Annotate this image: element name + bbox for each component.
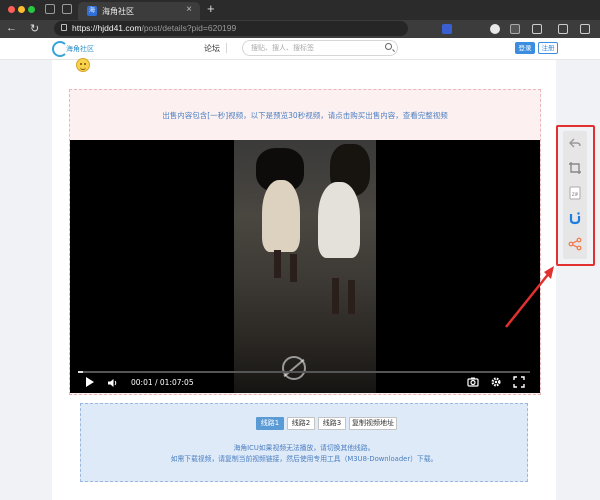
video-time-display: 00:01 / 01:07:05 bbox=[131, 378, 194, 387]
zip-icon[interactable]: ZIP bbox=[568, 186, 582, 200]
back-arrow-icon[interactable]: ← bbox=[6, 22, 17, 34]
window-minimize-button[interactable] bbox=[18, 6, 25, 13]
login-button[interactable]: 登录 bbox=[515, 42, 535, 54]
lock-icon bbox=[61, 24, 67, 31]
browser-tab[interactable]: 海 海角社区 × bbox=[78, 2, 200, 20]
side-toolbar: ZIP bbox=[563, 131, 587, 259]
line-2-button[interactable]: 线路2 bbox=[287, 417, 315, 430]
svg-text:ZIP: ZIP bbox=[572, 192, 579, 197]
search-input[interactable] bbox=[251, 42, 379, 54]
address-bar: ← ↻ https://hjdd41.com/post/details?pid=… bbox=[0, 20, 600, 38]
nav-divider bbox=[226, 43, 227, 53]
download-notice: 如需下载视频，请复制当前视频链接，然后使用专用工具（M3U8-Downloade… bbox=[170, 455, 438, 463]
browser-tab-bar: 海 海角社区 × + bbox=[0, 0, 600, 20]
fullscreen-icon[interactable] bbox=[513, 376, 525, 388]
screenshot-extension-icon[interactable] bbox=[510, 24, 520, 34]
snapshot-camera-icon[interactable] bbox=[467, 376, 479, 388]
line-selector-box: 线路1 线路2 线路3 复制视频地址 海角ICU如果视频无法播放，请切换其他线路… bbox=[80, 403, 528, 482]
line-switch-notice: 海角ICU如果视频无法播放，请切换其他线路。 bbox=[233, 444, 375, 452]
video-progress-fill bbox=[78, 371, 83, 373]
collections-icon[interactable] bbox=[580, 24, 590, 34]
site-logo-text[interactable]: 海角社区 bbox=[66, 44, 94, 54]
window-close-button[interactable] bbox=[8, 6, 15, 13]
volume-icon[interactable] bbox=[108, 378, 118, 388]
url-field[interactable]: https://hjdd41.com/post/details?pid=6201… bbox=[54, 21, 408, 36]
video-player[interactable] bbox=[70, 140, 540, 393]
nav-forum-link[interactable]: 论坛 bbox=[204, 43, 220, 54]
line-1-button[interactable]: 线路1 bbox=[256, 417, 284, 430]
site-header: 海角社区 论坛 登录 注册 bbox=[0, 38, 600, 60]
tab-title: 海角社区 bbox=[102, 7, 134, 16]
tab-favicon-icon: 海 bbox=[87, 6, 97, 16]
favorites-icon[interactable] bbox=[558, 24, 568, 34]
chrome-extension-icon[interactable] bbox=[490, 24, 500, 34]
brand-logo-icon[interactable] bbox=[568, 211, 582, 225]
share-icon[interactable] bbox=[568, 237, 582, 251]
puzzle-icon[interactable] bbox=[532, 24, 542, 34]
settings-gear-icon[interactable] bbox=[490, 376, 502, 388]
tab-close-icon[interactable]: × bbox=[186, 4, 192, 15]
url-text: https://hjdd41.com/post/details?pid=6201… bbox=[72, 23, 237, 33]
reload-icon[interactable]: ↻ bbox=[30, 22, 39, 35]
smiley-emoji-icon bbox=[76, 58, 90, 72]
tab-overview-icon[interactable] bbox=[62, 4, 72, 14]
annotation-arrow bbox=[505, 266, 554, 328]
window-maximize-button[interactable] bbox=[28, 6, 35, 13]
video-frame bbox=[234, 140, 376, 393]
search-icon[interactable] bbox=[385, 43, 392, 50]
sidebar-toggle-icon[interactable] bbox=[45, 4, 55, 14]
register-button[interactable]: 注册 bbox=[538, 42, 558, 54]
new-tab-icon[interactable]: + bbox=[207, 1, 215, 16]
line-3-button[interactable]: 线路3 bbox=[318, 417, 346, 430]
video-progress-bar[interactable] bbox=[78, 371, 530, 373]
watermark-logo-icon bbox=[282, 356, 306, 380]
sale-notice-text: 出售内容包含[一秒]视频，以下是预览30秒视频，请点击购买出售内容，查看完整视频 bbox=[162, 111, 448, 120]
play-icon[interactable] bbox=[86, 377, 94, 387]
search-box[interactable] bbox=[242, 40, 398, 56]
extension-icon[interactable] bbox=[442, 24, 452, 34]
back-icon[interactable] bbox=[568, 136, 582, 150]
crop-icon[interactable] bbox=[568, 161, 582, 175]
copy-video-url-button[interactable]: 复制视频地址 bbox=[349, 417, 397, 430]
